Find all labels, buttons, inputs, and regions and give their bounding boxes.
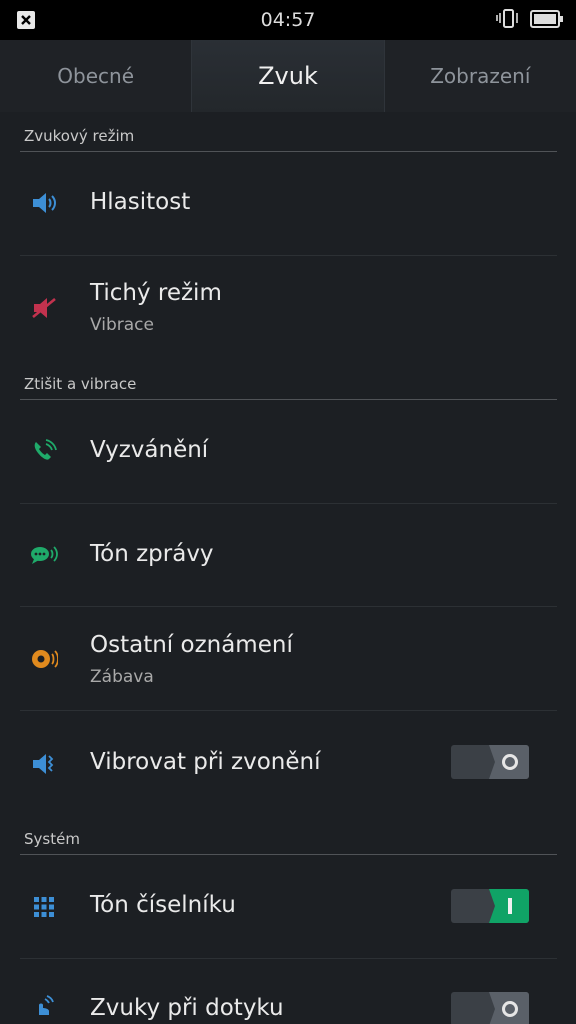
- settings-tabs: Obecné Zvuk Zobrazení: [0, 40, 576, 112]
- tab-general[interactable]: Obecné: [0, 40, 191, 112]
- setting-title: Hlasitost: [90, 189, 191, 215]
- setting-dialpad-tone[interactable]: Tón číselníku: [0, 855, 576, 958]
- setting-title: Vyzvánění: [90, 437, 209, 463]
- setting-volume[interactable]: Hlasitost: [0, 152, 576, 255]
- message-sound-icon: [30, 541, 58, 569]
- setting-vibrate-on-ring[interactable]: Vibrovat při zvonění: [0, 711, 576, 818]
- speaker-icon: [30, 189, 58, 217]
- touch-sounds-toggle[interactable]: [451, 992, 529, 1024]
- setting-message-tone[interactable]: Tón zprávy: [0, 504, 576, 606]
- setting-silent-mode[interactable]: Tichý režim Vibrace: [0, 256, 576, 366]
- section-header-system: Systém: [24, 830, 80, 848]
- tab-display[interactable]: Zobrazení: [385, 40, 576, 112]
- mute-icon: [30, 294, 58, 322]
- setting-title: Ostatní oznámení: [90, 632, 293, 658]
- touch-sound-icon: [30, 995, 58, 1023]
- status-bar: 04:57: [0, 0, 576, 40]
- tab-sound[interactable]: Zvuk: [191, 40, 385, 112]
- setting-touch-sounds[interactable]: Zvuky při dotyku: [0, 959, 576, 1024]
- setting-other-notifications[interactable]: Ostatní oznámení Zábava: [0, 607, 576, 710]
- battery-icon: [530, 9, 564, 33]
- section-header-mute-vibrate: Ztišit a vibrace: [24, 375, 137, 393]
- status-time: 04:57: [260, 9, 316, 31]
- setting-subtitle: Zábava: [90, 667, 154, 687]
- vibrate-on-ring-toggle[interactable]: [451, 745, 529, 779]
- speaker-vibrate-icon: [30, 750, 58, 778]
- setting-ringtone[interactable]: Vyzvánění: [0, 400, 576, 503]
- setting-subtitle: Vibrace: [90, 315, 154, 335]
- setting-title: Tichý režim: [90, 280, 222, 306]
- setting-title: Tón číselníku: [90, 892, 236, 918]
- setting-title: Vibrovat při zvonění: [90, 749, 321, 775]
- vibrate-icon: [496, 8, 520, 34]
- notification-sound-icon: [30, 645, 58, 673]
- setting-title: Zvuky při dotyku: [90, 995, 284, 1021]
- dialpad-icon: [30, 893, 58, 921]
- phone-ring-icon: [30, 438, 58, 466]
- dialpad-tone-toggle[interactable]: [451, 889, 529, 923]
- setting-title: Tón zprávy: [90, 541, 214, 567]
- section-header-sound-mode: Zvukový režim: [24, 127, 135, 145]
